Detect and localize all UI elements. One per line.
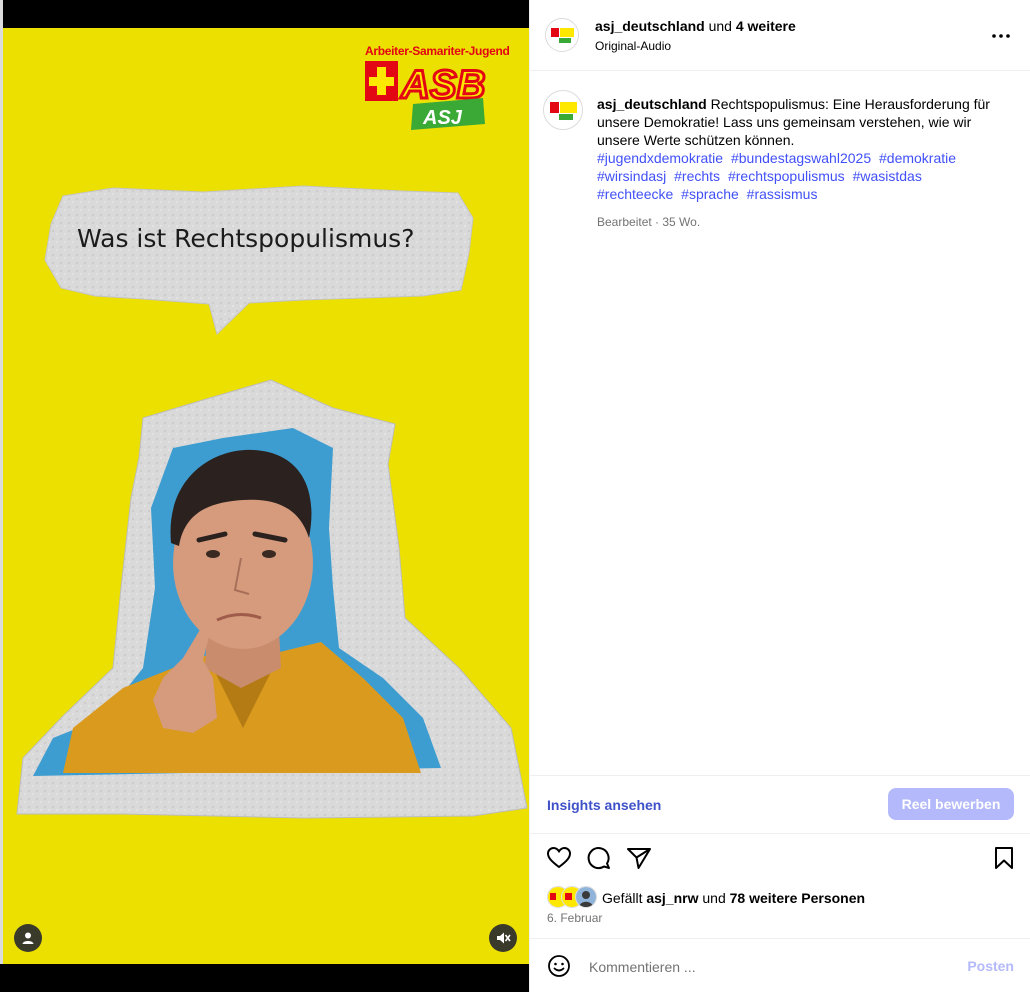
likes-user[interactable]: asj_nrw (646, 890, 698, 906)
likes-others[interactable]: 78 weitere Personen (730, 890, 865, 906)
action-bar (530, 845, 1030, 875)
smiley-icon[interactable] (547, 954, 571, 978)
caption-hashtags: #jugendxdemokratie #bundestagswahl2025 #… (597, 149, 1007, 203)
post-date[interactable]: 6. Februar (547, 911, 602, 925)
hashtag-link[interactable]: #wasistdas (853, 168, 922, 184)
promote-reel-button[interactable]: Reel bewerben (888, 788, 1014, 820)
likes-summary: Gefällt asj_nrw und 78 weitere Personen (602, 890, 865, 906)
hashtag-link[interactable]: #rechtspopulismus (728, 168, 845, 184)
heart-icon[interactable] (546, 845, 572, 871)
video-frame[interactable]: Arbeiter-Samariter-Jugend ASB ASJ Was is… (3, 28, 529, 964)
post-header: asj_deutschland und 4 weitere Original-A… (530, 0, 1030, 71)
post-caption: asj_deutschland Rechtspopulismus: Eine H… (597, 95, 1007, 231)
audio-label[interactable]: Original-Audio (595, 39, 671, 53)
header-collaborators[interactable]: 4 weitere (736, 18, 796, 34)
asj-avatar-logo (546, 19, 578, 51)
insights-bar: Insights ansehen Reel bewerben (530, 775, 1030, 834)
header-username[interactable]: asj_deutschland (595, 18, 705, 34)
bookmark-icon[interactable] (991, 845, 1017, 871)
hashtag-link[interactable]: #bundestagswahl2025 (731, 150, 871, 166)
likes-prefix: Gefällt (602, 890, 643, 906)
hashtag-link[interactable]: #rechts (674, 168, 720, 184)
mute-button[interactable] (489, 924, 517, 952)
liker-avatar-3[interactable] (575, 886, 597, 908)
tagged-people-button[interactable] (14, 924, 42, 952)
comment-box: Posten (530, 938, 1030, 993)
person-icon (22, 932, 34, 944)
share-icon[interactable] (626, 845, 652, 871)
hashtag-link[interactable]: #jugendxdemokratie (597, 150, 723, 166)
comment-icon[interactable] (586, 845, 612, 871)
speech-bubble-text: Was ist Rechtspopulismus? (77, 224, 415, 253)
svg-text:ASJ: ASJ (422, 107, 463, 129)
person-avatar-icon (576, 887, 596, 907)
asj-avatar-logo (544, 91, 582, 129)
post-comment-button[interactable]: Posten (967, 958, 1014, 974)
asb-logo: Arbeiter-Samariter-Jugend ASB ASJ (365, 44, 515, 135)
video-artwork (16, 185, 528, 819)
asb-asj-logo-graphic: ASB ASJ (365, 61, 487, 130)
more-horizontal-icon[interactable] (991, 26, 1011, 46)
speaker-muted-icon (497, 932, 511, 944)
hashtag-link[interactable]: #demokratie (879, 150, 956, 166)
reel-media[interactable]: Arbeiter-Samariter-Jugend ASB ASJ Was is… (0, 0, 529, 992)
likes-and: und (702, 890, 726, 906)
caption-username[interactable]: asj_deutschland (597, 96, 707, 112)
hashtag-link[interactable]: #rassismus (747, 186, 818, 202)
header-avatar[interactable] (545, 18, 579, 52)
caption-avatar[interactable] (543, 90, 583, 130)
speech-bubble (44, 185, 474, 335)
view-insights-link[interactable]: Insights ansehen (547, 797, 661, 813)
brand-tagline: Arbeiter-Samariter-Jugend (365, 44, 510, 58)
post-panel: asj_deutschland und 4 weitere Original-A… (529, 0, 1030, 992)
post-age[interactable]: 35 Wo. (662, 215, 700, 229)
media-letterbox-bottom (0, 964, 529, 992)
caption-meta: Bearbeitet · 35 Wo. (597, 215, 701, 229)
comment-input[interactable] (587, 955, 951, 979)
hashtag-link[interactable]: #rechteecke (597, 186, 673, 202)
header-and-text: und (708, 18, 732, 34)
edited-label: Bearbeitet (597, 215, 652, 229)
hashtag-link[interactable]: #sprache (681, 186, 739, 202)
hashtag-link[interactable]: #wirsindasj (597, 168, 666, 184)
header-username-line: asj_deutschland und 4 weitere (595, 18, 796, 34)
media-letterbox-top (0, 0, 529, 28)
